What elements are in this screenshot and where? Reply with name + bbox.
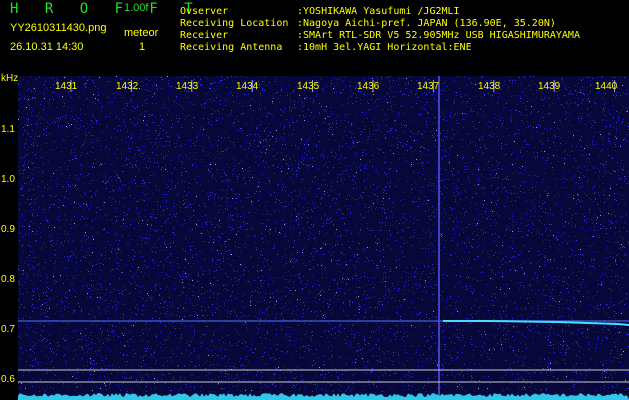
info-label-location: Receiving Location bbox=[180, 18, 289, 29]
info-label-receiver: Receiver bbox=[180, 30, 229, 41]
x-tick-label: 1439 bbox=[538, 81, 561, 92]
info-value-observer: :YOSHIKAWA Yasufumi /JG2MLI bbox=[297, 6, 460, 17]
y-tick-label: 0.8 bbox=[1, 274, 15, 285]
meteor-count: 1 bbox=[139, 41, 146, 53]
x-tick-label: 1433 bbox=[176, 81, 199, 92]
vertical-carrier-line bbox=[438, 76, 440, 400]
x-tick-label: 1434 bbox=[236, 81, 259, 92]
info-label-antenna: Receiving Antenna bbox=[180, 42, 283, 53]
x-tick-label: 1432 bbox=[116, 81, 139, 92]
datetime: 26.10.31 14:30 bbox=[10, 41, 84, 53]
spectrogram-background bbox=[18, 76, 629, 400]
spectrogram-canvas bbox=[18, 76, 629, 400]
y-tick-label: 1.0 bbox=[1, 174, 15, 185]
frequency-unit-label: kHz bbox=[1, 73, 19, 84]
info-label-observer: Ovserver bbox=[180, 6, 229, 17]
meteor-label: meteor bbox=[124, 27, 159, 39]
y-tick-label: 0.6 bbox=[1, 374, 15, 385]
spectrogram-plot bbox=[18, 76, 629, 400]
x-tick-label: 1435 bbox=[297, 81, 320, 92]
y-tick-label: 1.1 bbox=[1, 124, 15, 135]
app-version: 1.00f bbox=[124, 2, 149, 14]
header-panel: H R O F F T 1.00f YY2610311430.png 26.10… bbox=[0, 0, 629, 76]
info-value-antenna: :10mH 3el.YAGI Horizontal:ENE bbox=[297, 42, 472, 53]
x-tick-label: 1440 bbox=[595, 81, 618, 92]
x-tick-label: 1436 bbox=[357, 81, 380, 92]
x-tick-label: 1438 bbox=[478, 81, 501, 92]
info-value-receiver: :SMArt RTL-SDR V5 52.905MHz USB HIGASHIM… bbox=[297, 30, 580, 41]
app-name: H R O F F T bbox=[10, 1, 202, 17]
filename: YY2610311430.png bbox=[10, 22, 107, 34]
y-tick-label: 0.9 bbox=[1, 224, 15, 235]
info-value-location: :Nagoya Aichi-pref. JAPAN (136.90E, 35.2… bbox=[297, 18, 556, 29]
x-tick-label: 1431 bbox=[55, 81, 78, 92]
x-tick-label: 1437 bbox=[417, 81, 440, 92]
y-tick-label: 0.7 bbox=[1, 324, 15, 335]
